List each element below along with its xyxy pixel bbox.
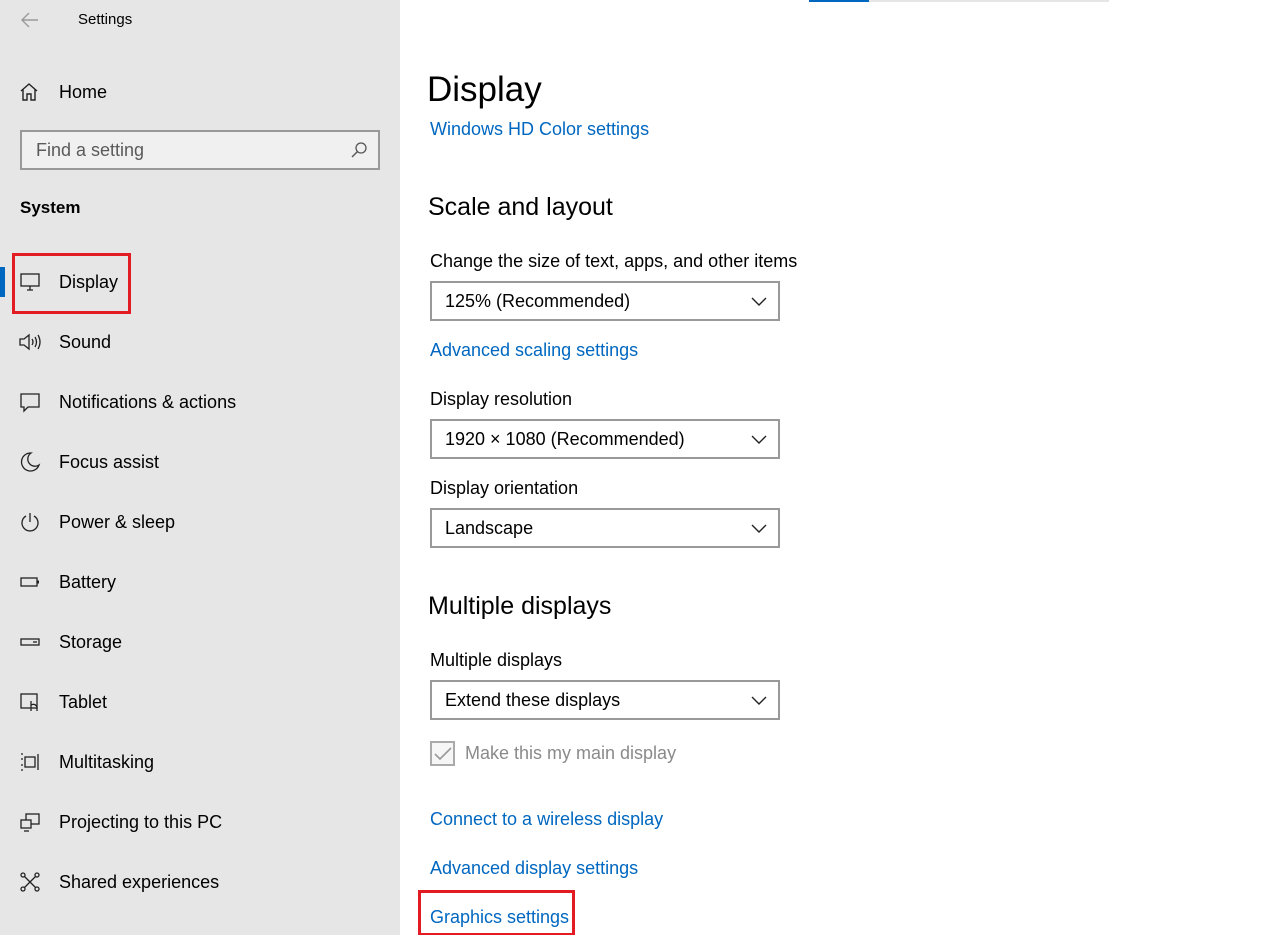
- multitasking-icon: [21, 753, 39, 771]
- scale-dropdown[interactable]: 125% (Recommended): [430, 281, 780, 321]
- speaker-icon: [19, 333, 41, 351]
- resolution-value: 1920 × 1080 (Recommended): [445, 428, 685, 449]
- sidebar-item-label: Battery: [59, 571, 117, 592]
- hd-color-settings-link[interactable]: Windows HD Color settings: [430, 119, 649, 140]
- sidebar-item-focus-assist[interactable]: Focus assist: [0, 432, 400, 492]
- chevron-down-icon: [751, 524, 767, 533]
- home-label: Home: [59, 81, 108, 102]
- resolution-dropdown[interactable]: 1920 × 1080 (Recommended): [430, 419, 780, 459]
- main-display-checkbox[interactable]: [430, 741, 455, 766]
- resolution-label: Display resolution: [430, 389, 573, 409]
- wireless-display-link[interactable]: Connect to a wireless display: [430, 809, 663, 830]
- orientation-dropdown[interactable]: Landscape: [430, 508, 780, 548]
- sidebar-item-shared-experiences[interactable]: Shared experiences: [0, 852, 400, 912]
- sidebar-item-power-sleep[interactable]: Power & sleep: [0, 492, 400, 552]
- search-box: [20, 130, 380, 170]
- advanced-scaling-link[interactable]: Advanced scaling settings: [430, 340, 638, 361]
- main-display-checkbox-label: Make this my main display: [465, 743, 677, 763]
- sidebar: Settings Home System Display Sound Notif…: [0, 0, 400, 935]
- scale-label: Change the size of text, apps, and other…: [430, 251, 798, 271]
- chevron-down-icon: [751, 297, 767, 306]
- moon-icon: [20, 452, 41, 472]
- graphics-settings-link[interactable]: Graphics settings: [430, 907, 569, 928]
- orientation-value: Landscape: [445, 517, 534, 538]
- scale-value: 125% (Recommended): [445, 290, 631, 311]
- monitor-icon: [20, 273, 40, 291]
- search-input[interactable]: [22, 139, 342, 161]
- sidebar-item-label: Sound: [59, 331, 112, 352]
- power-icon: [21, 513, 39, 532]
- chevron-down-icon: [751, 435, 767, 444]
- sidebar-item-projecting[interactable]: Projecting to this PC: [0, 792, 400, 852]
- sidebar-item-sound[interactable]: Sound: [0, 312, 400, 372]
- sidebar-item-multitasking[interactable]: Multitasking: [0, 732, 400, 792]
- sidebar-item-label: Display: [59, 271, 119, 292]
- sidebar-item-label: Storage: [59, 631, 123, 652]
- sidebar-item-tablet[interactable]: Tablet: [0, 672, 400, 732]
- sidebar-item-notifications[interactable]: Notifications & actions: [0, 372, 400, 432]
- multiple-displays-label: Multiple displays: [430, 650, 563, 670]
- sidebar-item-label: Multitasking: [59, 751, 155, 772]
- sidebar-item-label: Power & sleep: [59, 511, 176, 532]
- scale-layout-heading: Scale and layout: [428, 193, 613, 221]
- multiple-displays-dropdown[interactable]: Extend these displays: [430, 680, 780, 720]
- active-indicator: [0, 267, 5, 297]
- notification-icon: [20, 393, 40, 413]
- checkmark-icon: [433, 746, 452, 760]
- sidebar-item-display[interactable]: Display: [0, 252, 400, 312]
- battery-icon: [20, 577, 39, 587]
- sidebar-item-label: Notifications & actions: [59, 391, 237, 412]
- advanced-display-settings-link[interactable]: Advanced display settings: [430, 858, 638, 879]
- back-button[interactable]: [18, 8, 42, 32]
- main-display-checkbox-row: Make this my main display: [430, 741, 676, 766]
- orientation-label: Display orientation: [430, 478, 579, 498]
- tablet-icon: [20, 693, 38, 711]
- home-icon: [20, 83, 38, 101]
- back-arrow-icon: [21, 12, 38, 28]
- sidebar-home[interactable]: Home: [18, 78, 107, 106]
- sidebar-nav: Display Sound Notifications & actions Fo…: [0, 252, 400, 912]
- multiple-displays-heading: Multiple displays: [428, 592, 612, 620]
- sidebar-item-storage[interactable]: Storage: [0, 612, 400, 672]
- sidebar-item-label: Tablet: [59, 691, 108, 712]
- top-scroll-indicator: [809, 0, 1109, 2]
- multiple-displays-value: Extend these displays: [445, 689, 621, 710]
- sidebar-item-label: Projecting to this PC: [59, 811, 223, 832]
- app-title: Settings: [78, 11, 133, 28]
- shared-icon: [20, 872, 40, 892]
- section-title: System: [20, 198, 81, 217]
- sidebar-item-battery[interactable]: Battery: [0, 552, 400, 612]
- page-title: Display: [427, 70, 542, 109]
- sidebar-item-label: Shared experiences: [59, 871, 220, 892]
- search-icon[interactable]: [350, 141, 368, 159]
- chevron-down-icon: [751, 696, 767, 705]
- sidebar-item-label: Focus assist: [59, 451, 160, 472]
- storage-icon: [20, 638, 40, 646]
- projecting-icon: [20, 813, 40, 832]
